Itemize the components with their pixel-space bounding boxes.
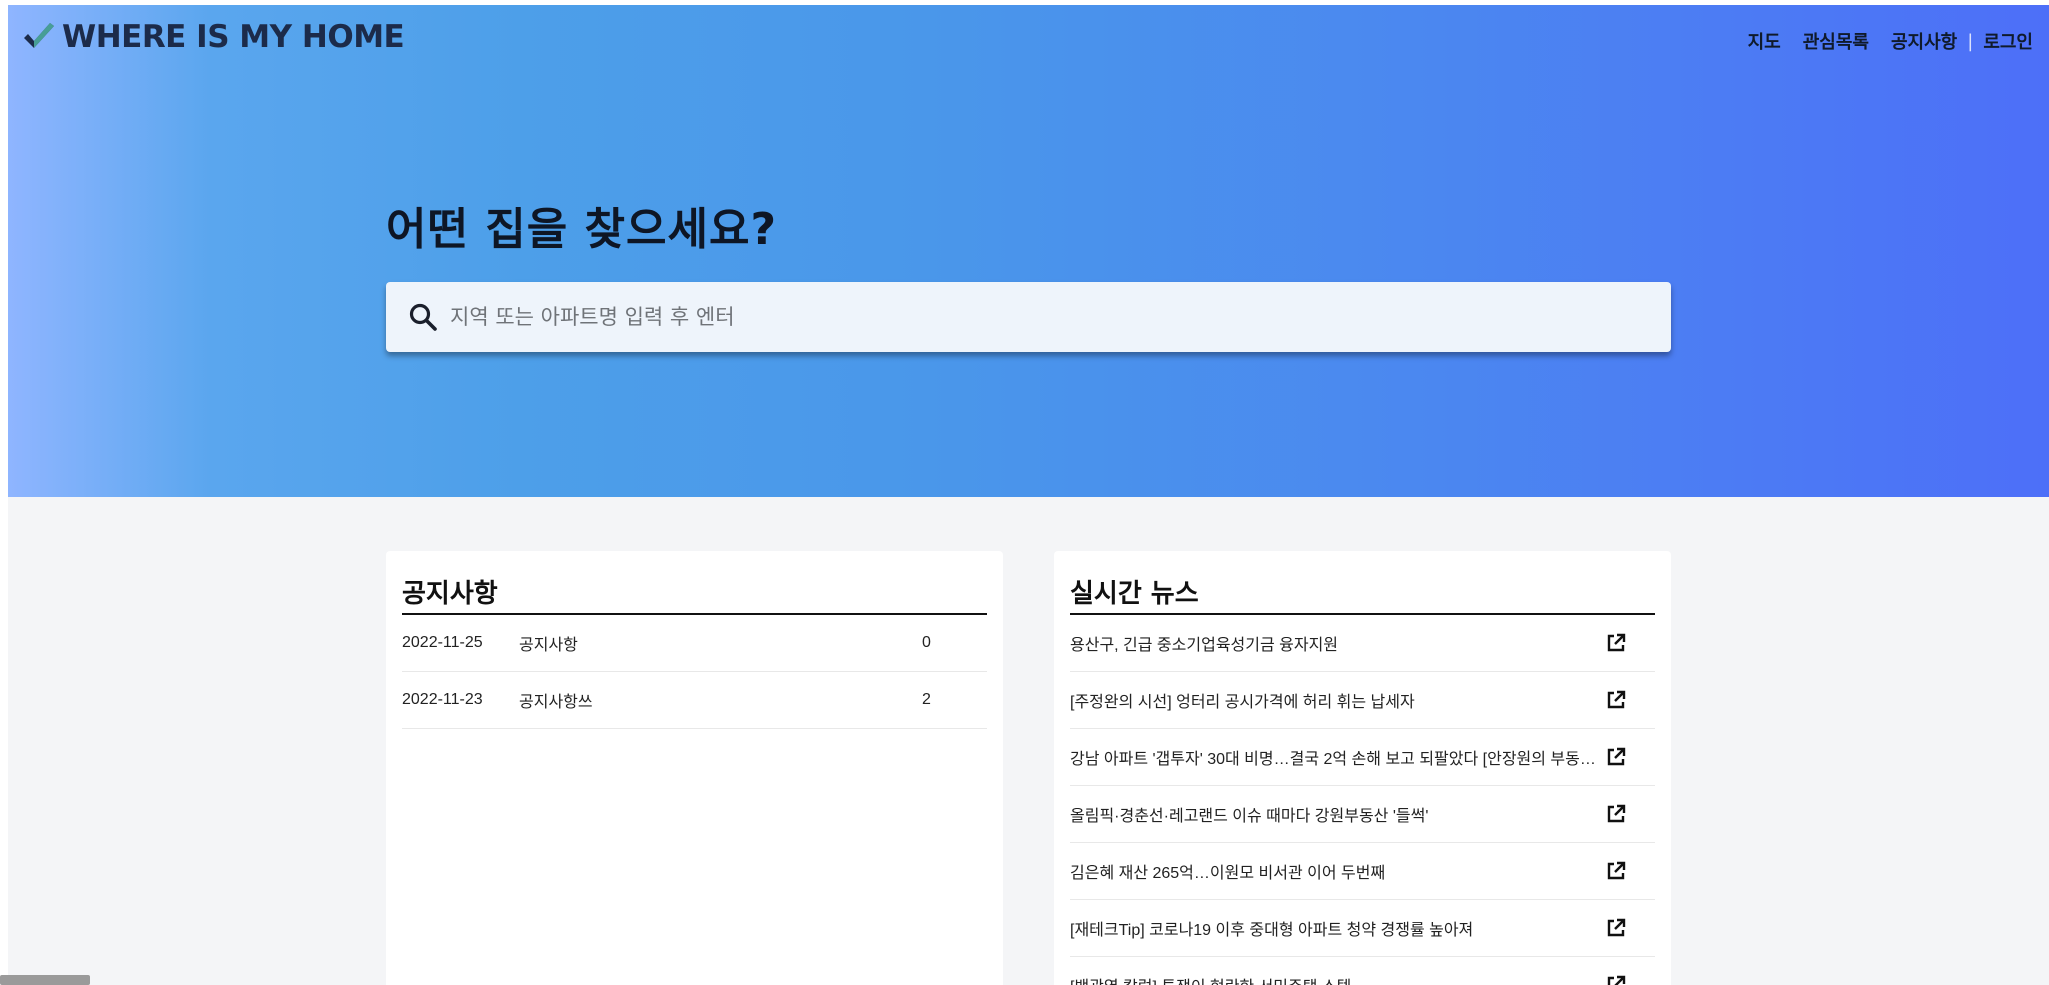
top-nav: 지도 관심목록 공지사항 | 로그인 bbox=[1726, 28, 2033, 54]
external-link-icon[interactable] bbox=[1605, 632, 1627, 654]
notice-title[interactable]: 공지사항쓰 bbox=[519, 688, 922, 712]
news-headline[interactable]: 강남 아파트 '갭투자' 30대 비명…결국 2억 손해 보고 되팔았다 [안장… bbox=[1070, 745, 1597, 769]
news-item[interactable]: [주정완의 시선] 엉터리 공시가격에 허리 휘는 납세자 bbox=[1070, 672, 1655, 729]
notice-count: 0 bbox=[922, 634, 931, 651]
news-headline[interactable]: [재테크Tip] 코로나19 이후 중대형 아파트 청약 경쟁률 높아져 bbox=[1070, 916, 1597, 940]
nav-favorites[interactable]: 관심목록 bbox=[1803, 28, 1869, 54]
external-link-icon[interactable] bbox=[1605, 917, 1627, 939]
nav-login[interactable]: 로그인 bbox=[1983, 28, 2033, 54]
news-item[interactable]: 김은혜 재산 265억…이원모 비서관 이어 두번째 bbox=[1070, 843, 1655, 900]
hero-banner: WHERE IS MY HOME 지도 관심목록 공지사항 | 로그인 어떤 집… bbox=[8, 5, 2049, 497]
external-link-icon[interactable] bbox=[1605, 860, 1627, 882]
notice-row[interactable]: 2022-11-25 공지사항 0 bbox=[402, 615, 987, 672]
nav-map[interactable]: 지도 bbox=[1748, 28, 1781, 54]
notice-date: 2022-11-23 bbox=[402, 691, 483, 708]
notice-count: 2 bbox=[922, 691, 931, 708]
search-icon bbox=[409, 303, 437, 331]
external-link-icon[interactable] bbox=[1605, 803, 1627, 825]
news-item[interactable]: [재테크Tip] 코로나19 이후 중대형 아파트 청약 경쟁률 높아져 bbox=[1070, 900, 1655, 957]
notice-row[interactable]: 2022-11-23 공지사항쓰 2 bbox=[402, 672, 987, 729]
external-link-icon[interactable] bbox=[1605, 746, 1627, 768]
search-input[interactable] bbox=[450, 305, 1650, 329]
hero-title: 어떤 집을 찾으세요? bbox=[386, 204, 777, 255]
logo-text: WHERE IS MY HOME bbox=[62, 19, 405, 55]
news-card-title: 실시간 뉴스 bbox=[1070, 551, 1655, 615]
search-bar[interactable] bbox=[386, 282, 1671, 352]
news-item[interactable]: 강남 아파트 '갭투자' 30대 비명…결국 2억 손해 보고 되팔았다 [안장… bbox=[1070, 729, 1655, 786]
news-headline[interactable]: 용산구, 긴급 중소기업육성기금 융자지원 bbox=[1070, 631, 1597, 655]
news-card: 실시간 뉴스 용산구, 긴급 중소기업육성기금 융자지원 [주정완의 시선] 엉… bbox=[1054, 551, 1671, 985]
notice-title[interactable]: 공지사항 bbox=[519, 631, 922, 655]
news-item[interactable]: 용산구, 긴급 중소기업육성기금 융자지원 bbox=[1070, 615, 1655, 672]
news-headline[interactable]: [주정완의 시선] 엉터리 공시가격에 허리 휘는 납세자 bbox=[1070, 688, 1597, 712]
news-headline[interactable]: 김은혜 재산 265억…이원모 비서관 이어 두번째 bbox=[1070, 859, 1597, 883]
notice-date: 2022-11-25 bbox=[402, 634, 483, 651]
notice-card: 공지사항 2022-11-25 공지사항 0 2022-11-23 공지사항쓰 … bbox=[386, 551, 1003, 985]
logo[interactable]: WHERE IS MY HOME bbox=[22, 19, 405, 55]
nav-notice[interactable]: 공지사항 bbox=[1891, 28, 1957, 54]
news-headline[interactable]: 올림픽·경춘선·레고랜드 이슈 때마다 강원부동산 '들썩' bbox=[1070, 802, 1597, 826]
external-link-icon[interactable] bbox=[1605, 689, 1627, 711]
check-icon bbox=[24, 23, 54, 48]
nav-separator: | bbox=[1967, 30, 1974, 52]
news-item[interactable]: 올림픽·경춘선·레고랜드 이슈 때마다 강원부동산 '들썩' bbox=[1070, 786, 1655, 843]
notice-card-title: 공지사항 bbox=[402, 551, 987, 615]
external-link-icon[interactable] bbox=[1605, 974, 1627, 985]
news-item[interactable]: [백광엽 칼럼] 투쟁이 현란한 서민주택 스텝 bbox=[1070, 957, 1655, 985]
page-frame: WHERE IS MY HOME 지도 관심목록 공지사항 | 로그인 어떤 집… bbox=[8, 5, 2049, 985]
scroll-indicator bbox=[0, 975, 90, 985]
news-headline[interactable]: [백광엽 칼럼] 투쟁이 현란한 서민주택 스텝 bbox=[1070, 973, 1597, 985]
